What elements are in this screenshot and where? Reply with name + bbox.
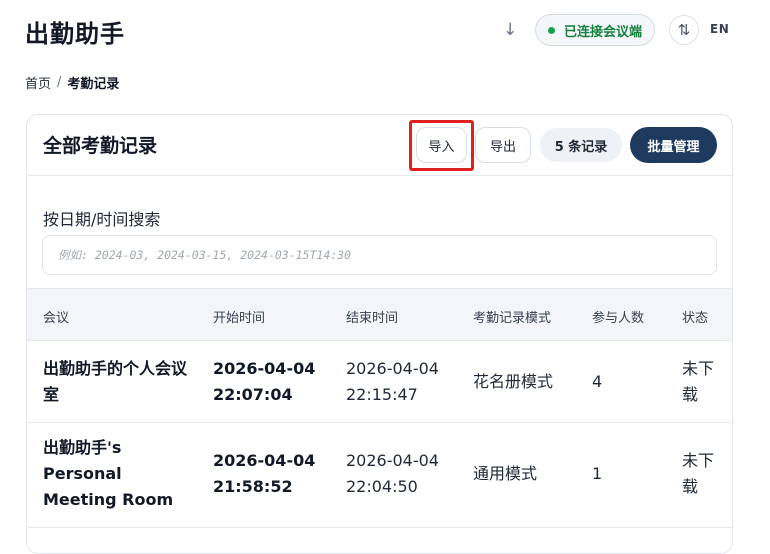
search-label: 按日期/时间搜索 [43, 210, 161, 229]
column-header-meeting[interactable]: 会议 [43, 307, 193, 326]
table-row[interactable]: 出勤助手的个人会议室 2026-04-04 22:07:04 2026-04-0… [27, 341, 732, 423]
status-text: 未下载 [682, 451, 715, 496]
record-mode: 花名册模式 [473, 372, 554, 391]
column-header-start-time[interactable]: 开始时间 [213, 307, 333, 326]
top-bar: 出勤助手 ↓ 已连接会议端 ⇅ EN [0, 0, 770, 62]
connection-status-text: 已连接会议端 [564, 24, 643, 40]
card-header: 全部考勤记录 导入 导出 5 条记录 批量管理 [27, 115, 732, 176]
column-header-status[interactable]: 状态 [682, 307, 722, 326]
table-row[interactable]: 出勤助手's Personal Meeting Room 2026-04-04 … [27, 423, 732, 528]
end-time: 2026-04-04 22:04:50 [346, 451, 439, 496]
meeting-name: 出勤助手's Personal Meeting Room [43, 438, 174, 509]
breadcrumb-separator: / [57, 75, 62, 90]
participant-count: 1 [592, 464, 603, 483]
record-mode: 通用模式 [473, 464, 538, 483]
record-count-badge: 5 条记录 [540, 128, 622, 162]
import-highlight-box [409, 120, 474, 171]
batch-manage-button[interactable]: 批量管理 [630, 127, 717, 163]
attendance-records-card: 全部考勤记录 导入 导出 5 条记录 批量管理 按日期/时间搜索 会议 开始时间… [26, 114, 733, 554]
export-button[interactable]: 导出 [475, 127, 531, 163]
status-text: 未下载 [682, 359, 715, 404]
card-title: 全部考勤记录 [43, 135, 158, 157]
breadcrumb: 首页 / 考勤记录 [25, 73, 119, 92]
column-header-end-time[interactable]: 结束时间 [346, 307, 456, 326]
participant-count: 4 [592, 372, 603, 391]
download-arrow-icon[interactable]: ↓ [503, 20, 517, 40]
meeting-name: 出勤助手的个人会议室 [43, 359, 188, 404]
status-dot-icon [548, 26, 555, 34]
breadcrumb-current: 考勤记录 [67, 77, 120, 92]
date-time-search-input[interactable] [42, 235, 717, 275]
start-time: 2026-04-04 21:58:52 [213, 451, 316, 496]
table-header: 会议 开始时间 结束时间 考勤记录模式 参与人数 状态 [27, 288, 732, 341]
swap-vertical-icon[interactable]: ⇅ [669, 15, 699, 45]
breadcrumb-home-link[interactable]: 首页 [25, 73, 51, 92]
end-time: 2026-04-04 22:15:47 [346, 359, 439, 404]
column-header-mode[interactable]: 考勤记录模式 [473, 307, 583, 326]
connection-status-badge[interactable]: 已连接会议端 [535, 14, 656, 46]
language-toggle-button[interactable]: EN [710, 22, 729, 36]
start-time: 2026-04-04 22:07:04 [213, 359, 316, 404]
app-title: 出勤助手 [25, 20, 125, 48]
column-header-participants[interactable]: 参与人数 [592, 307, 652, 326]
